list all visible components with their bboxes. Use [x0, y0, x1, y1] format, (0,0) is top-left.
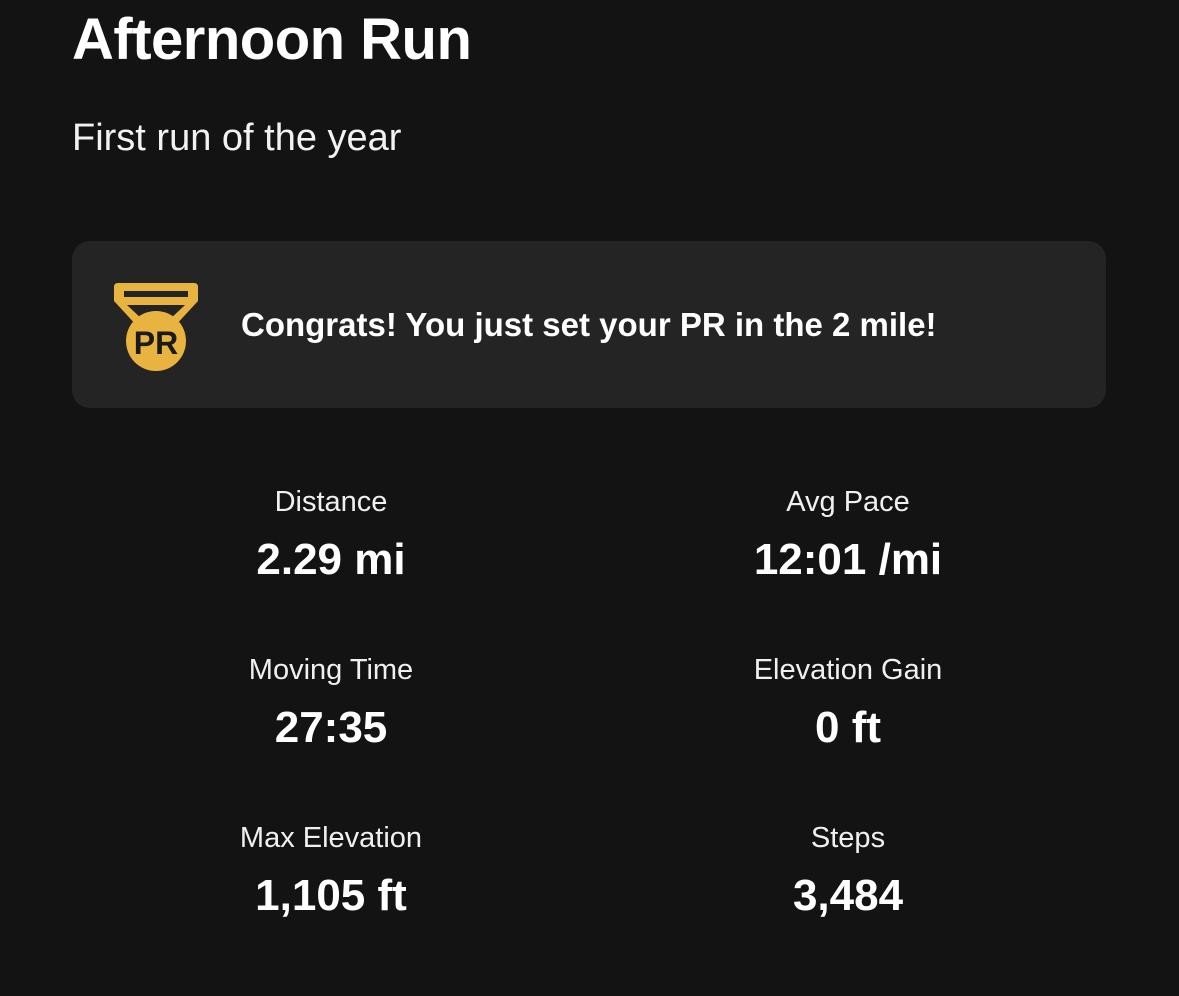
activity-description: First run of the year: [72, 117, 402, 159]
stat-distance: Distance 2.29 mi: [131, 478, 531, 590]
stat-steps: Steps 3,484: [648, 814, 1048, 926]
stat-label: Elevation Gain: [753, 654, 943, 686]
stat-label: Max Elevation: [239, 822, 423, 854]
stat-moving-time: Moving Time 27:35: [131, 646, 531, 758]
pr-achievement-card[interactable]: PR Congrats! You just set your PR in the…: [72, 241, 1106, 408]
stat-value: 2.29 mi: [256, 535, 406, 584]
pr-message: Congrats! You just set your PR in the 2 …: [241, 306, 937, 343]
stat-elevation-gain: Elevation Gain 0 ft: [648, 646, 1048, 758]
stat-max-elevation: Max Elevation 1,105 ft: [131, 814, 531, 926]
stat-label: Moving Time: [248, 654, 414, 686]
activity-title: Afternoon Run: [72, 7, 472, 72]
stat-value: 0 ft: [815, 703, 881, 752]
stat-label: Steps: [810, 822, 886, 854]
stat-value: 1,105 ft: [255, 871, 407, 920]
stat-value: 3,484: [792, 871, 904, 920]
pr-badge-text: PR: [134, 325, 178, 361]
stat-value: 12:01 /mi: [753, 535, 943, 584]
stat-value: 27:35: [274, 703, 388, 752]
pr-medal-icon: PR: [110, 275, 202, 373]
stat-label: Avg Pace: [786, 486, 910, 518]
stat-label: Distance: [274, 486, 388, 518]
stat-avg-pace: Avg Pace 12:01 /mi: [648, 478, 1048, 590]
